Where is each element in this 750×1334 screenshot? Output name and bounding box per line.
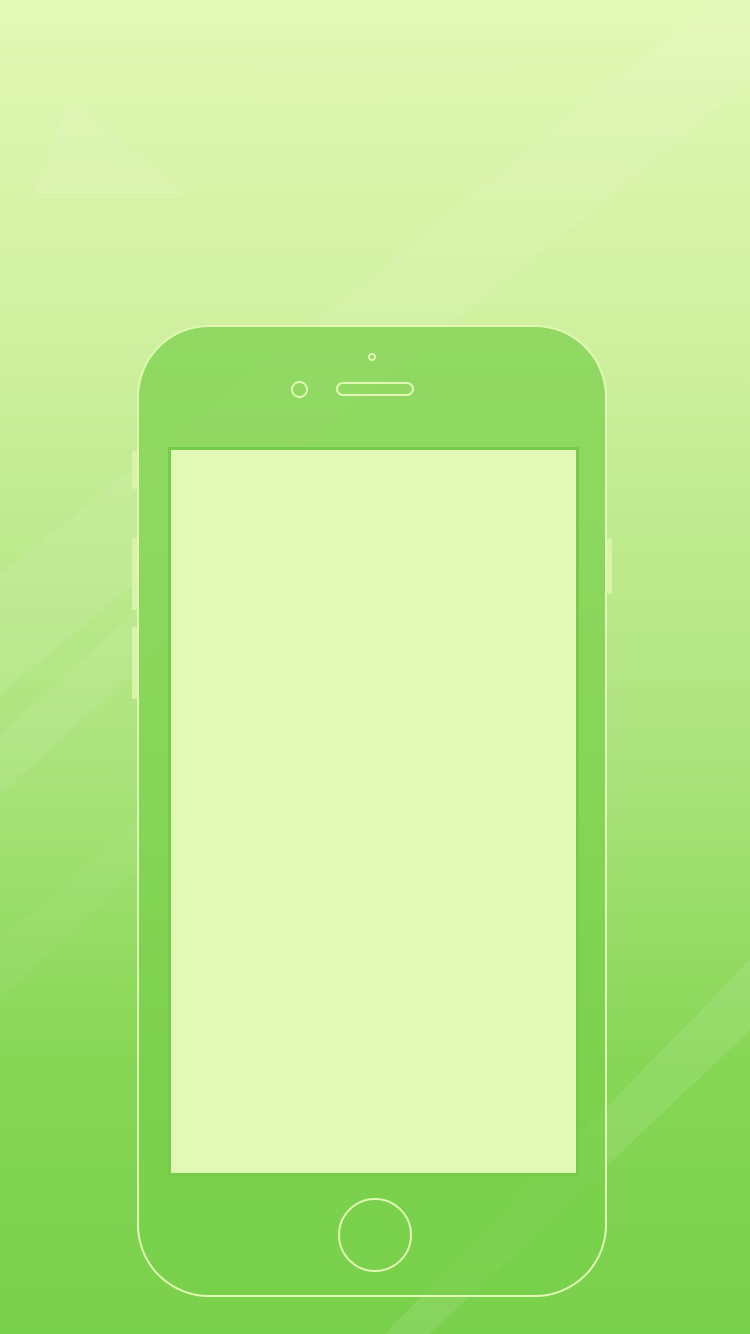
mute-switch	[132, 451, 137, 489]
phone-frame	[132, 325, 612, 1297]
mockup-canvas	[0, 0, 750, 1334]
proximity-sensor-icon	[291, 381, 308, 398]
volume-down-button	[132, 627, 137, 699]
home-button-icon[interactable]	[338, 1198, 412, 1272]
front-camera-icon	[368, 353, 376, 361]
earpiece-speaker-icon	[336, 382, 414, 396]
power-button	[607, 538, 612, 594]
background-triangle	[35, 98, 184, 194]
phone-screen	[168, 447, 579, 1176]
volume-up-button	[132, 538, 137, 610]
